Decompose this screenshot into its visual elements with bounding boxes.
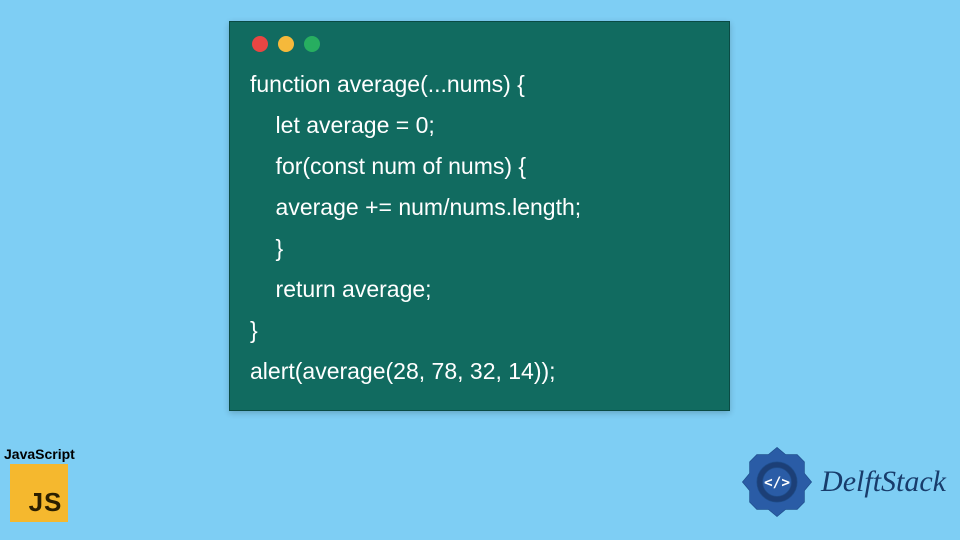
window-dots [252,36,709,52]
javascript-icon-text: JS [29,487,63,518]
code-block: function average(...nums) { let average … [250,64,709,392]
dot-red-icon [252,36,268,52]
javascript-icon: JS [10,464,68,522]
dot-yellow-icon [278,36,294,52]
dot-green-icon [304,36,320,52]
svg-text:</>: </> [764,475,790,491]
code-card: function average(...nums) { let average … [229,21,730,411]
delft-logo-icon: </> [741,446,813,518]
delftstack-text: DelftStack [821,465,946,499]
javascript-label: JavaScript [4,446,75,462]
delftstack-brand: </> DelftStack [741,446,946,518]
javascript-badge: JavaScript JS [4,446,75,522]
